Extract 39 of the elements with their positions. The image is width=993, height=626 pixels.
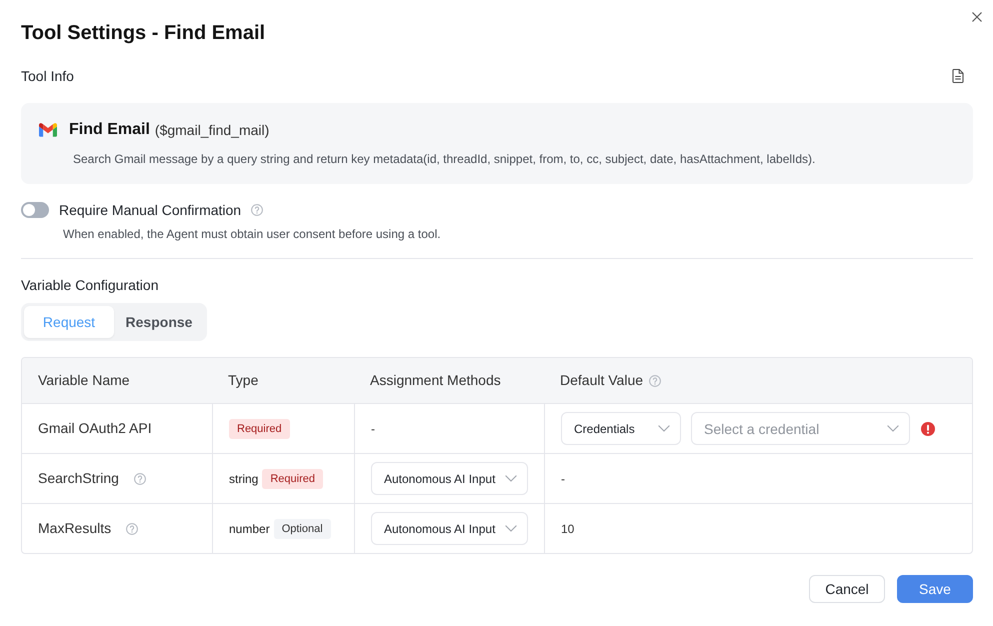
default-value: -: [561, 470, 565, 488]
tool-description: Search Gmail message by a query string and return key metadata(id, threadId, snippet, from, to, cc, subject, date, hasAttachment, labelIds).: [72, 151, 816, 168]
cancel-button[interactable]: Cancel: [809, 575, 885, 603]
variable-name: MaxResults: [38, 519, 112, 538]
confirmation-label: Require Manual Confirmation: [59, 201, 242, 220]
credential-select[interactable]: Select a credential: [691, 412, 910, 445]
variable-name: Gmail OAuth2 API: [38, 419, 152, 438]
variable-name: SearchString: [38, 469, 119, 488]
assignment-select[interactable]: Autonomous AI Input: [371, 462, 528, 495]
required-tag: Required: [262, 468, 323, 488]
chevron-down-icon: [887, 425, 899, 432]
m-logo-icon: [39, 123, 57, 137]
document-icon[interactable]: [952, 69, 964, 83]
required-tag: Required: [229, 418, 290, 438]
tool-name: Find Email: [69, 120, 150, 140]
chevron-down-icon: [505, 525, 517, 532]
section-heading: Variable Configuration: [21, 276, 160, 295]
confirmation-description: When enabled, the Agent must obtain user consent before using a tool.: [62, 226, 442, 243]
column-header: Default Value: [560, 371, 644, 390]
chevron-down-icon: [505, 475, 517, 482]
column-header: Variable Name: [38, 371, 130, 390]
dialog-title: Tool Settings - Find Email: [21, 21, 266, 45]
chevron-down-icon: [658, 425, 670, 432]
type-text: number: [229, 520, 270, 538]
type-text: string: [229, 470, 258, 488]
column-header: Type: [228, 371, 258, 390]
default-value: 10: [561, 520, 574, 538]
tab[interactable]: Response: [114, 306, 204, 338]
help-icon: [251, 204, 264, 216]
column-header: Assignment Methods: [370, 371, 501, 390]
save-button[interactable]: Save: [897, 575, 973, 603]
assignment-text: -: [371, 420, 375, 438]
section-heading: Tool Info: [21, 67, 74, 86]
assignment-select[interactable]: Autonomous AI Input: [371, 512, 528, 545]
optional-tag: Optional: [274, 518, 331, 538]
credential-type-select[interactable]: Credentials: [561, 412, 681, 445]
tool-function-name: ($gmail_find_mail): [154, 121, 270, 140]
toggle-switch[interactable]: [21, 202, 49, 218]
close-icon[interactable]: [972, 12, 982, 22]
